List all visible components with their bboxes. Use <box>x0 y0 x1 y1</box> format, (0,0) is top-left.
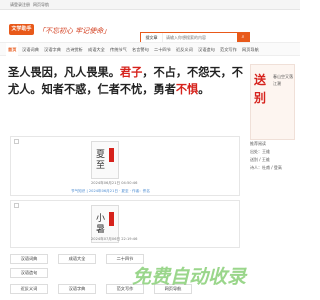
login-link[interactable]: 请登录注册 <box>10 2 30 8</box>
article-date: 2024年07月06日 22:19:46 <box>91 237 138 241</box>
article-thumbnail[interactable]: 夏至 <box>91 141 119 179</box>
article-card[interactable]: 小暑 2024年07月06日 22:19:46 <box>10 200 240 248</box>
site-logo[interactable]: 文学助手 <box>9 24 34 35</box>
side-line: 推荐阅读 <box>250 141 266 146</box>
side-line[interactable]: 送别 / 王维 <box>250 156 295 164</box>
quick-link[interactable]: 汉语字典 <box>58 284 96 294</box>
poster-caption: 春山空又落江潮 <box>273 74 293 86</box>
quote-highlight-1: 君子 <box>119 66 143 79</box>
search-input[interactable] <box>163 33 237 42</box>
article-meta[interactable]: 节气知识 | 2024年06月21日 · 夏至 · 作者：佚名 <box>71 189 150 194</box>
watermark-text: 免费自动收录 <box>132 266 247 288</box>
article-date: 2024年06月21日 04:50:46 <box>91 181 138 185</box>
main-nav: 首页 汉语词典 汉语字典 古诗赏析 成语大全 传统节气 名言警句 二十四节 近反… <box>0 42 300 56</box>
quick-link[interactable]: 成语大全 <box>58 254 96 264</box>
quick-link[interactable]: 汉语造句 <box>10 268 48 278</box>
article-card[interactable]: 夏至 2024年06月21日 04:50:46 节气知识 | 2024年06月2… <box>10 136 240 196</box>
quick-link[interactable]: 汉语词典 <box>10 254 48 264</box>
search-icon: ⌕ <box>241 34 245 40</box>
quick-link[interactable]: 近反义词 <box>10 284 48 294</box>
quote-highlight-2: 不惧 <box>175 83 199 96</box>
site-header: 文学助手 「不忘初心 牢记使命」 搜文章 ⌕ <box>0 10 300 43</box>
featured-quote: 圣人畏因，凡人畏果。君子，不占，不怨天，不尤人。知者不惑，仁者不忧，勇者不惧。 <box>8 64 248 126</box>
site-slogan: 「不忘初心 牢记使命」 <box>38 27 111 35</box>
nav-item-poetry[interactable]: 古诗赏析 <box>66 43 83 56</box>
nav-item-essays[interactable]: 范文写作 <box>220 43 237 56</box>
seal-stamp <box>109 148 114 162</box>
nav-item-idioms[interactable]: 成语大全 <box>88 43 105 56</box>
search-button[interactable]: ⌕ <box>237 33 249 42</box>
side-line[interactable]: 诗人：杜甫 / 登高 <box>250 164 295 172</box>
side-recommendation: 送别 春山空又落江潮 推荐阅读 出处：王维 送别 / 王维 诗人：杜甫 / 登高 <box>250 64 295 172</box>
nav-item-web-nav[interactable]: 网页导航 <box>242 43 259 56</box>
nav-item-quotes[interactable]: 名言警句 <box>132 43 149 56</box>
quote-text-3: 。 <box>198 83 210 96</box>
nav-item-dictionary[interactable]: 汉语词典 <box>22 43 39 56</box>
top-bar: 请登录注册 网页导航 <box>0 0 300 10</box>
nav-item-festivals[interactable]: 传统节气 <box>110 43 127 56</box>
solar-term-name: 小暑 <box>96 214 106 235</box>
broken-image-icon <box>14 203 19 208</box>
search-type-select[interactable]: 搜文章 <box>141 33 163 42</box>
broken-image-icon <box>14 139 19 144</box>
nav-item-character-dictionary[interactable]: 汉语字典 <box>44 43 61 56</box>
side-line[interactable]: 出处：王维 <box>250 148 295 156</box>
nav-item-home[interactable]: 首页 <box>6 43 19 56</box>
site-nav-link[interactable]: 网页导航 <box>33 2 49 8</box>
nav-item-solar-terms[interactable]: 二十四节 <box>154 43 171 56</box>
quote-text-1: 圣人畏因，凡人畏果。 <box>8 66 120 79</box>
poster-title: 送别 <box>254 73 267 105</box>
solar-term-name: 夏至 <box>96 150 106 171</box>
nav-item-sentences[interactable]: 汉语造句 <box>198 43 215 56</box>
seal-stamp <box>109 212 114 226</box>
nav-item-synonyms[interactable]: 近反义词 <box>176 43 193 56</box>
side-poster[interactable]: 送别 春山空又落江潮 <box>250 64 295 140</box>
